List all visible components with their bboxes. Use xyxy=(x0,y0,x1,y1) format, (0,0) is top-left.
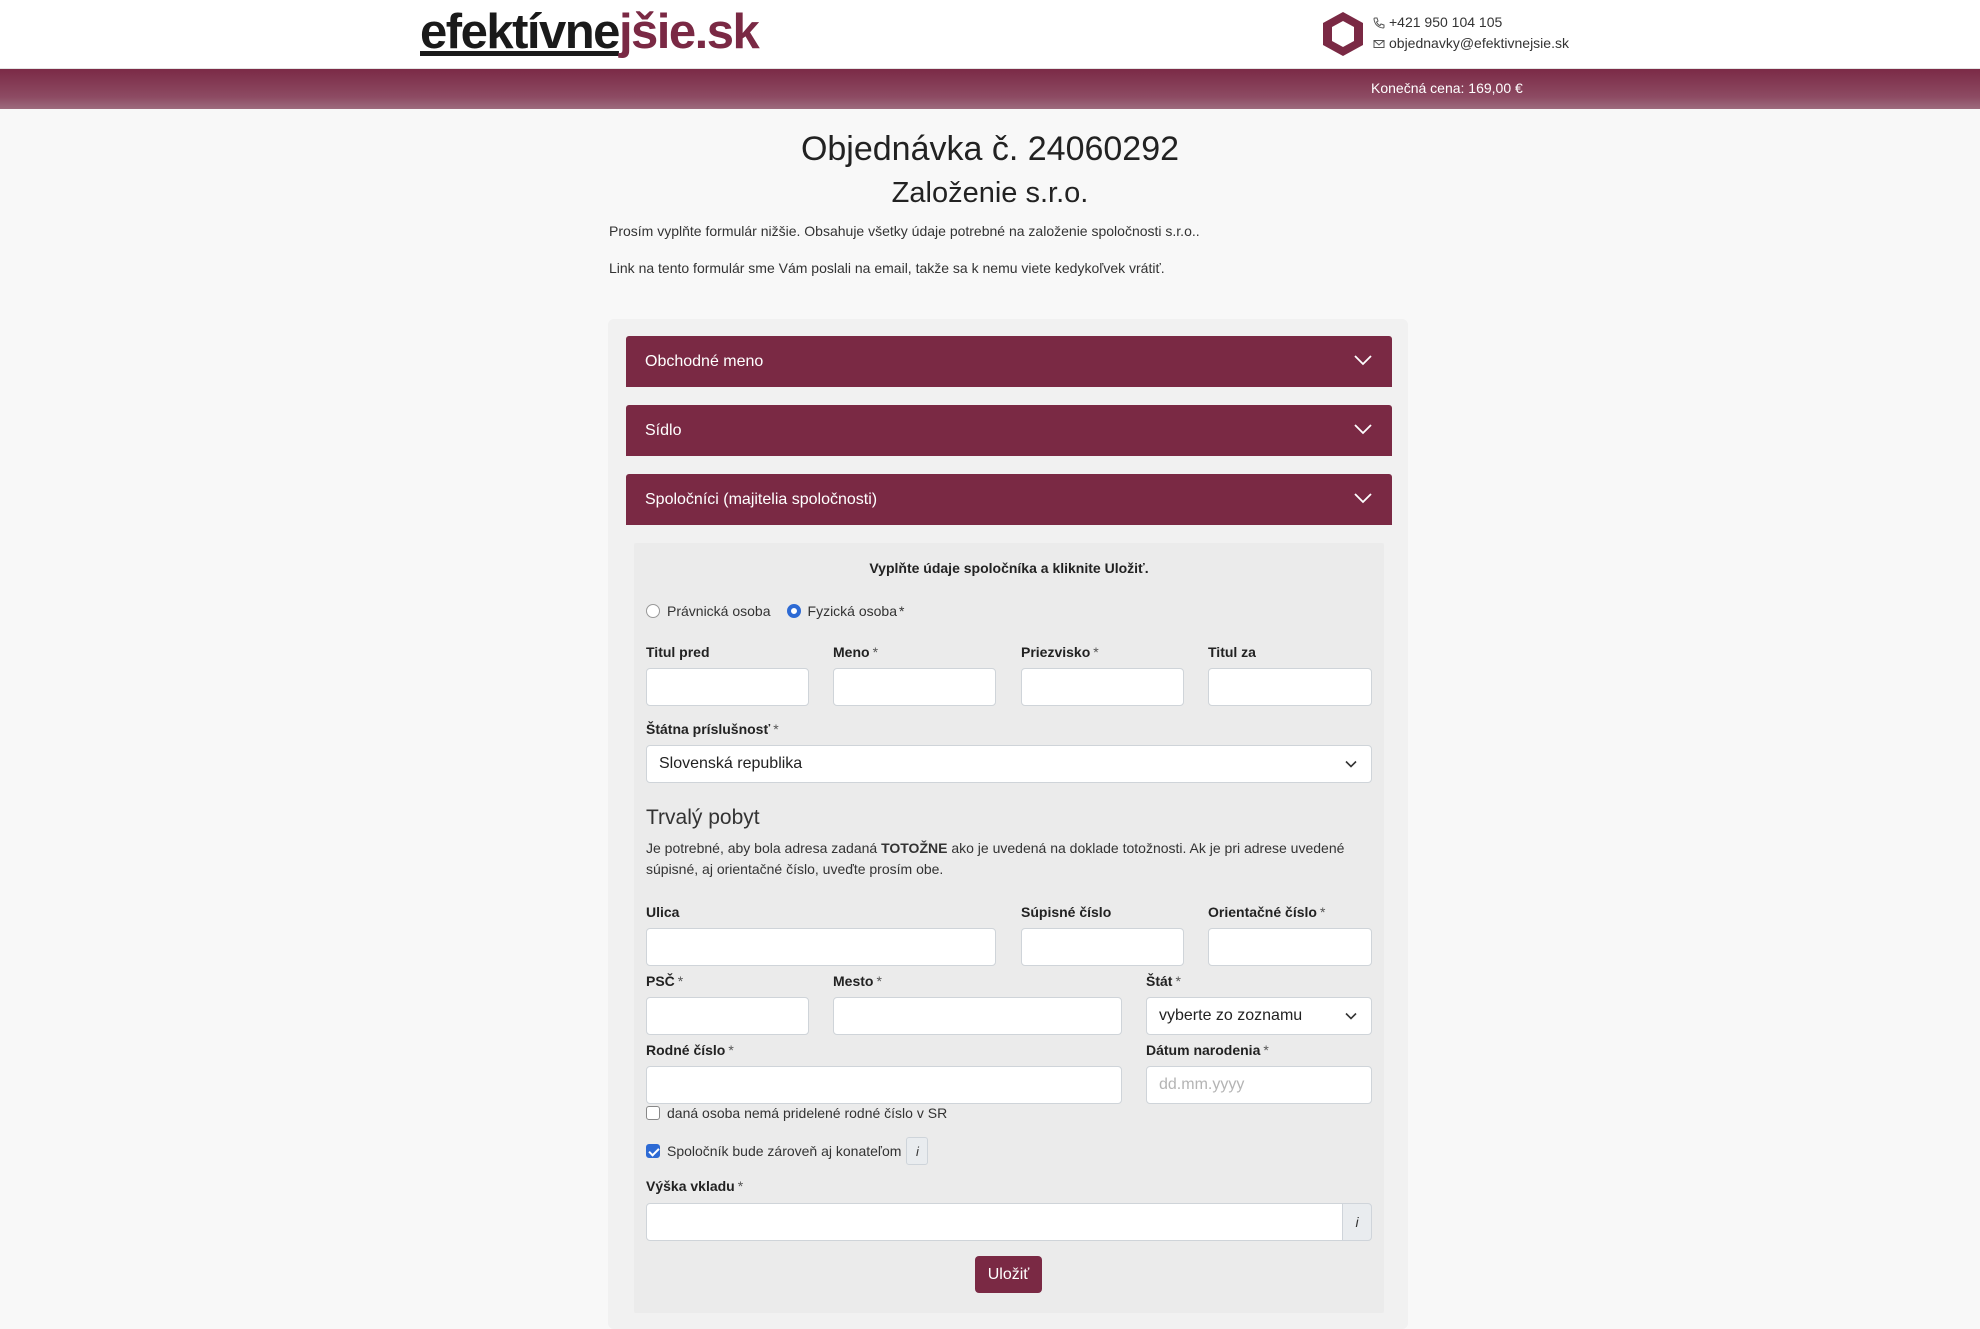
city-input[interactable] xyxy=(833,997,1122,1035)
nationality-select[interactable]: Slovenská republika xyxy=(646,745,1372,783)
brand-hexagon-icon xyxy=(1323,12,1363,56)
title-before-input[interactable] xyxy=(646,668,809,706)
street-input[interactable] xyxy=(646,928,996,966)
save-button[interactable]: Uložiť xyxy=(975,1256,1042,1293)
title-after-input[interactable] xyxy=(1208,668,1372,706)
deposit-input[interactable] xyxy=(646,1203,1343,1241)
last-name-label: Priezvisko * xyxy=(1021,644,1099,660)
envelope-icon xyxy=(1373,39,1385,48)
radio-natural-label: Fyzická osoba xyxy=(807,603,897,619)
nationality-value: Slovenská republika xyxy=(659,755,803,772)
zip-input[interactable] xyxy=(646,997,809,1035)
form-notice: Vyplňte údaje spoločníka a kliknite Ulož… xyxy=(869,560,1149,576)
radio-natural-person[interactable] xyxy=(786,604,801,618)
orientation-number-label: Orientačné číslo * xyxy=(1208,904,1326,920)
residence-heading: Trvalý pobyt xyxy=(646,806,760,829)
person-type-group: Právnická osoba Fyzická osoba * xyxy=(646,603,904,619)
chevron-down-icon xyxy=(1345,1012,1357,1020)
intro-text-1: Prosím vyplňte formulár nižšie. Obsahuje… xyxy=(609,223,1200,239)
deposit-info-icon[interactable]: i xyxy=(1342,1203,1372,1241)
first-name-input[interactable] xyxy=(833,668,996,706)
country-value: vyberte zo zoznamu xyxy=(1159,1007,1303,1024)
accordion-seat[interactable]: Sídlo xyxy=(626,405,1392,456)
first-name-label: Meno * xyxy=(833,644,879,660)
email-address[interactable]: objednavky@efektivnejsie.sk xyxy=(1389,33,1569,54)
intro-text-2: Link na tento formulár sme Vám poslali n… xyxy=(609,260,1165,276)
chevron-down-icon xyxy=(1345,760,1357,768)
country-label: Štát * xyxy=(1146,973,1181,989)
accordion-business-name[interactable]: Obchodné meno xyxy=(626,336,1392,387)
street-label: Ulica xyxy=(646,904,680,920)
chevron-down-icon xyxy=(1354,493,1372,504)
service-title: Založenie s.r.o. xyxy=(891,177,1089,209)
phone-icon xyxy=(1373,17,1385,29)
birth-number-input[interactable] xyxy=(646,1066,1122,1104)
required-mark: * xyxy=(899,603,905,619)
no-birth-number-label: daná osoba nemá pridelené rodné číslo v … xyxy=(667,1105,948,1121)
no-birth-number-row[interactable]: daná osoba nemá pridelené rodné číslo v … xyxy=(646,1105,947,1121)
title-after-label: Titul za xyxy=(1208,644,1256,660)
birth-date-input[interactable]: dd.mm.yyyy xyxy=(1146,1066,1372,1104)
brand-logo[interactable]: efektívnejšie.sk xyxy=(420,4,760,60)
house-number-input[interactable] xyxy=(1021,928,1184,966)
deposit-label: Výška vkladu * xyxy=(646,1178,744,1194)
radio-legal-label: Právnická osoba xyxy=(667,603,771,619)
birth-number-label: Rodné číslo * xyxy=(646,1042,734,1058)
accordion-label: Spoločníci (majitelia spoločnosti) xyxy=(645,490,878,508)
executive-label: Spoločník bude zároveň aj konateľom xyxy=(667,1143,902,1159)
top-header xyxy=(0,0,1980,69)
country-select[interactable]: vyberte zo zoznamu xyxy=(1146,997,1372,1035)
birth-date-label: Dátum narodenia * xyxy=(1146,1042,1269,1058)
accordion-partners[interactable]: Spoločníci (majitelia spoločnosti) xyxy=(626,474,1392,525)
executive-row[interactable]: Spoločník bude zároveň aj konateľom i xyxy=(646,1137,929,1165)
house-number-label: Súpisné číslo xyxy=(1021,904,1112,920)
accordion-label: Sídlo xyxy=(645,421,682,439)
last-name-input[interactable] xyxy=(1021,668,1184,706)
zip-label: PSČ * xyxy=(646,973,684,989)
phone-number[interactable]: +421 950 104 105 xyxy=(1389,12,1502,33)
accordion-label: Obchodné meno xyxy=(645,352,764,370)
chevron-down-icon xyxy=(1354,424,1372,435)
no-birth-number-checkbox[interactable] xyxy=(646,1106,660,1120)
order-title: Objednávka č. 24060292 xyxy=(800,130,1180,168)
nationality-label: Štátna príslušnosť * xyxy=(646,721,779,737)
title-before-label: Titul pred xyxy=(646,644,710,660)
contact-info: +421 950 104 105 objednavky@efektivnejsi… xyxy=(1373,12,1569,54)
radio-legal-person[interactable] xyxy=(646,604,660,618)
executive-checkbox[interactable] xyxy=(646,1144,660,1158)
city-label: Mesto * xyxy=(833,973,882,989)
price-bar xyxy=(0,69,1980,109)
orientation-number-input[interactable] xyxy=(1208,928,1372,966)
chevron-down-icon xyxy=(1354,355,1372,366)
info-icon[interactable]: i xyxy=(906,1137,929,1165)
final-price: Konečná cena: 169,00 € xyxy=(1371,80,1523,96)
residence-note: Je potrebné, aby bola adresa zadaná TOTO… xyxy=(646,840,1345,877)
